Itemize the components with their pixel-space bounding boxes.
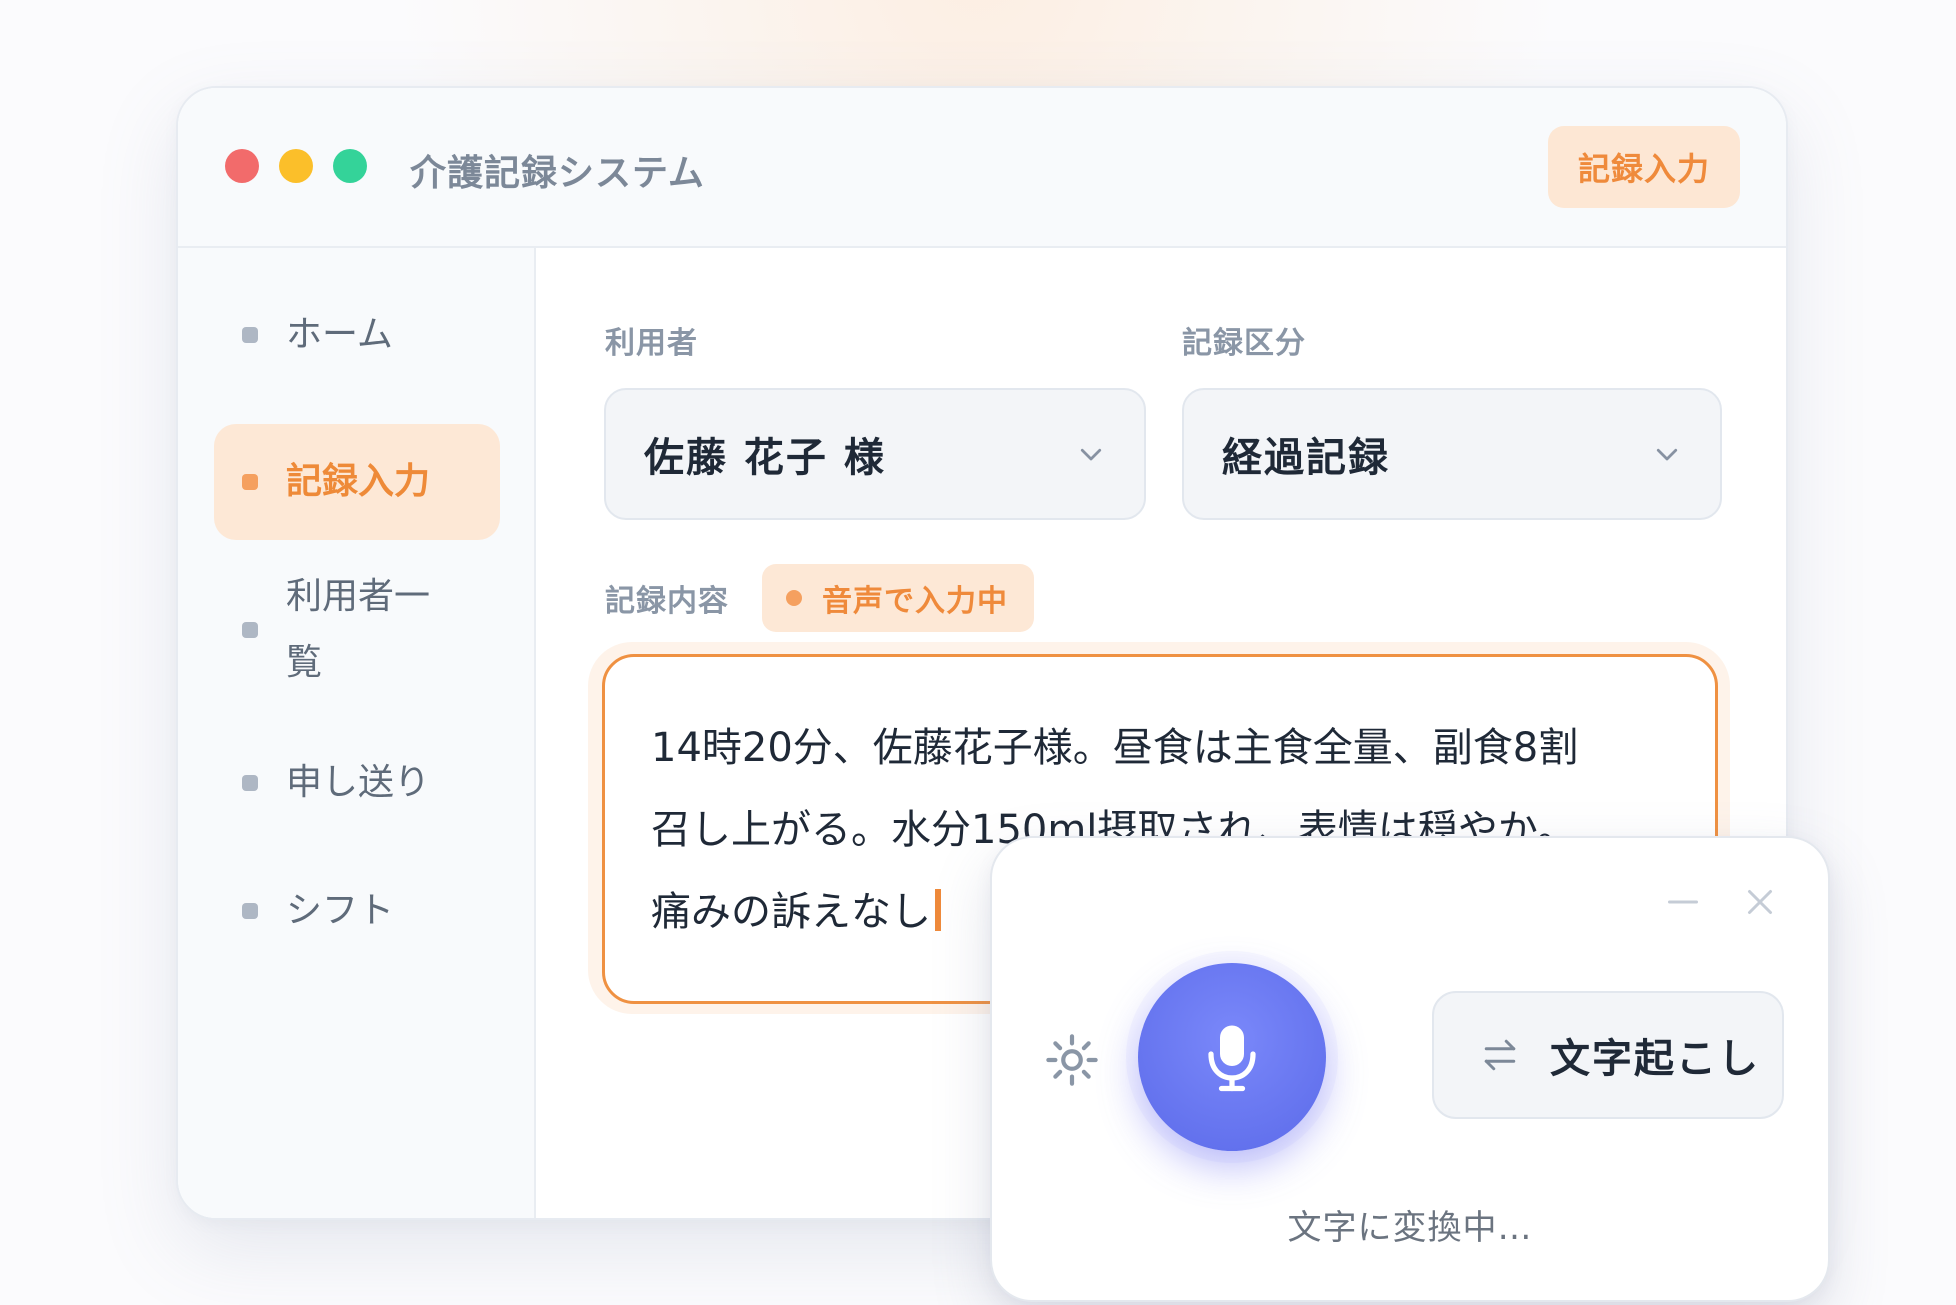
microphone-button[interactable] bbox=[1138, 963, 1326, 1151]
maximize-window-dot[interactable] bbox=[333, 149, 367, 183]
user-select[interactable]: 佐藤 花子 様 bbox=[604, 388, 1146, 520]
category-field-label: 記録区分 bbox=[1182, 326, 1306, 361]
swap-arrows-icon bbox=[1484, 1039, 1516, 1071]
title-bar: 介護記録システム 記録入力 bbox=[178, 88, 1786, 248]
sidebar-item-user-list[interactable]: 利用者一覧 bbox=[214, 564, 500, 696]
chevron-down-icon bbox=[1080, 448, 1102, 461]
voice-input-panel: 文字起こし 文字に変換中… bbox=[990, 836, 1830, 1302]
bullet-icon bbox=[242, 622, 258, 638]
transcribe-button-label: 文字起こし bbox=[1550, 1036, 1760, 1082]
content-line: 14時20分、佐藤花子様。昼食は主食全量、副食8割 bbox=[651, 725, 1579, 771]
user-field-label: 利用者 bbox=[605, 326, 698, 361]
recording-dot-icon bbox=[786, 590, 802, 606]
sidebar-item-handover[interactable]: 申し送り bbox=[214, 750, 500, 816]
sidebar-item-label: 利用者一覧 bbox=[286, 576, 431, 683]
bullet-icon bbox=[242, 474, 258, 490]
conversion-status-text: 文字に変換中… bbox=[1287, 1208, 1533, 1248]
app-title: 介護記録システム bbox=[410, 153, 705, 194]
user-select-value: 佐藤 花子 様 bbox=[644, 435, 886, 481]
minimize-window-dot[interactable] bbox=[279, 149, 313, 183]
bullet-icon bbox=[242, 903, 258, 919]
chevron-down-icon bbox=[1656, 448, 1678, 461]
category-select[interactable]: 経過記録 bbox=[1182, 388, 1722, 520]
category-select-value: 経過記録 bbox=[1222, 435, 1390, 481]
minimize-icon[interactable] bbox=[1665, 884, 1701, 920]
sidebar-item-label: シフト bbox=[286, 890, 395, 931]
sidebar-item-home[interactable]: ホーム bbox=[214, 302, 500, 368]
text-caret bbox=[935, 889, 941, 931]
close-icon[interactable] bbox=[1742, 884, 1778, 920]
settings-icon[interactable] bbox=[1044, 1032, 1100, 1088]
bullet-icon bbox=[242, 327, 258, 343]
status-badge-label: 音声で入力中 bbox=[822, 584, 1008, 619]
content-line: 痛みの訴えなし bbox=[651, 889, 931, 935]
sidebar-item-shift[interactable]: シフト bbox=[214, 878, 500, 944]
record-input-button[interactable]: 記録入力 bbox=[1548, 126, 1740, 208]
transcribe-button[interactable]: 文字起こし bbox=[1432, 991, 1784, 1119]
sidebar-item-label: 申し送り bbox=[286, 762, 431, 803]
sidebar: ホーム 記録入力 利用者一覧 申し送り シフト bbox=[178, 248, 536, 1218]
close-window-dot[interactable] bbox=[225, 149, 259, 183]
voice-input-status-badge: 音声で入力中 bbox=[762, 564, 1034, 632]
sidebar-item-record-input[interactable]: 記録入力 bbox=[214, 424, 500, 540]
sidebar-item-label: 記録入力 bbox=[286, 461, 431, 502]
bullet-icon bbox=[242, 775, 258, 791]
microphone-icon bbox=[1208, 1025, 1256, 1092]
content-field-label: 記録内容 bbox=[605, 584, 729, 619]
sidebar-item-label: ホーム bbox=[286, 314, 393, 355]
